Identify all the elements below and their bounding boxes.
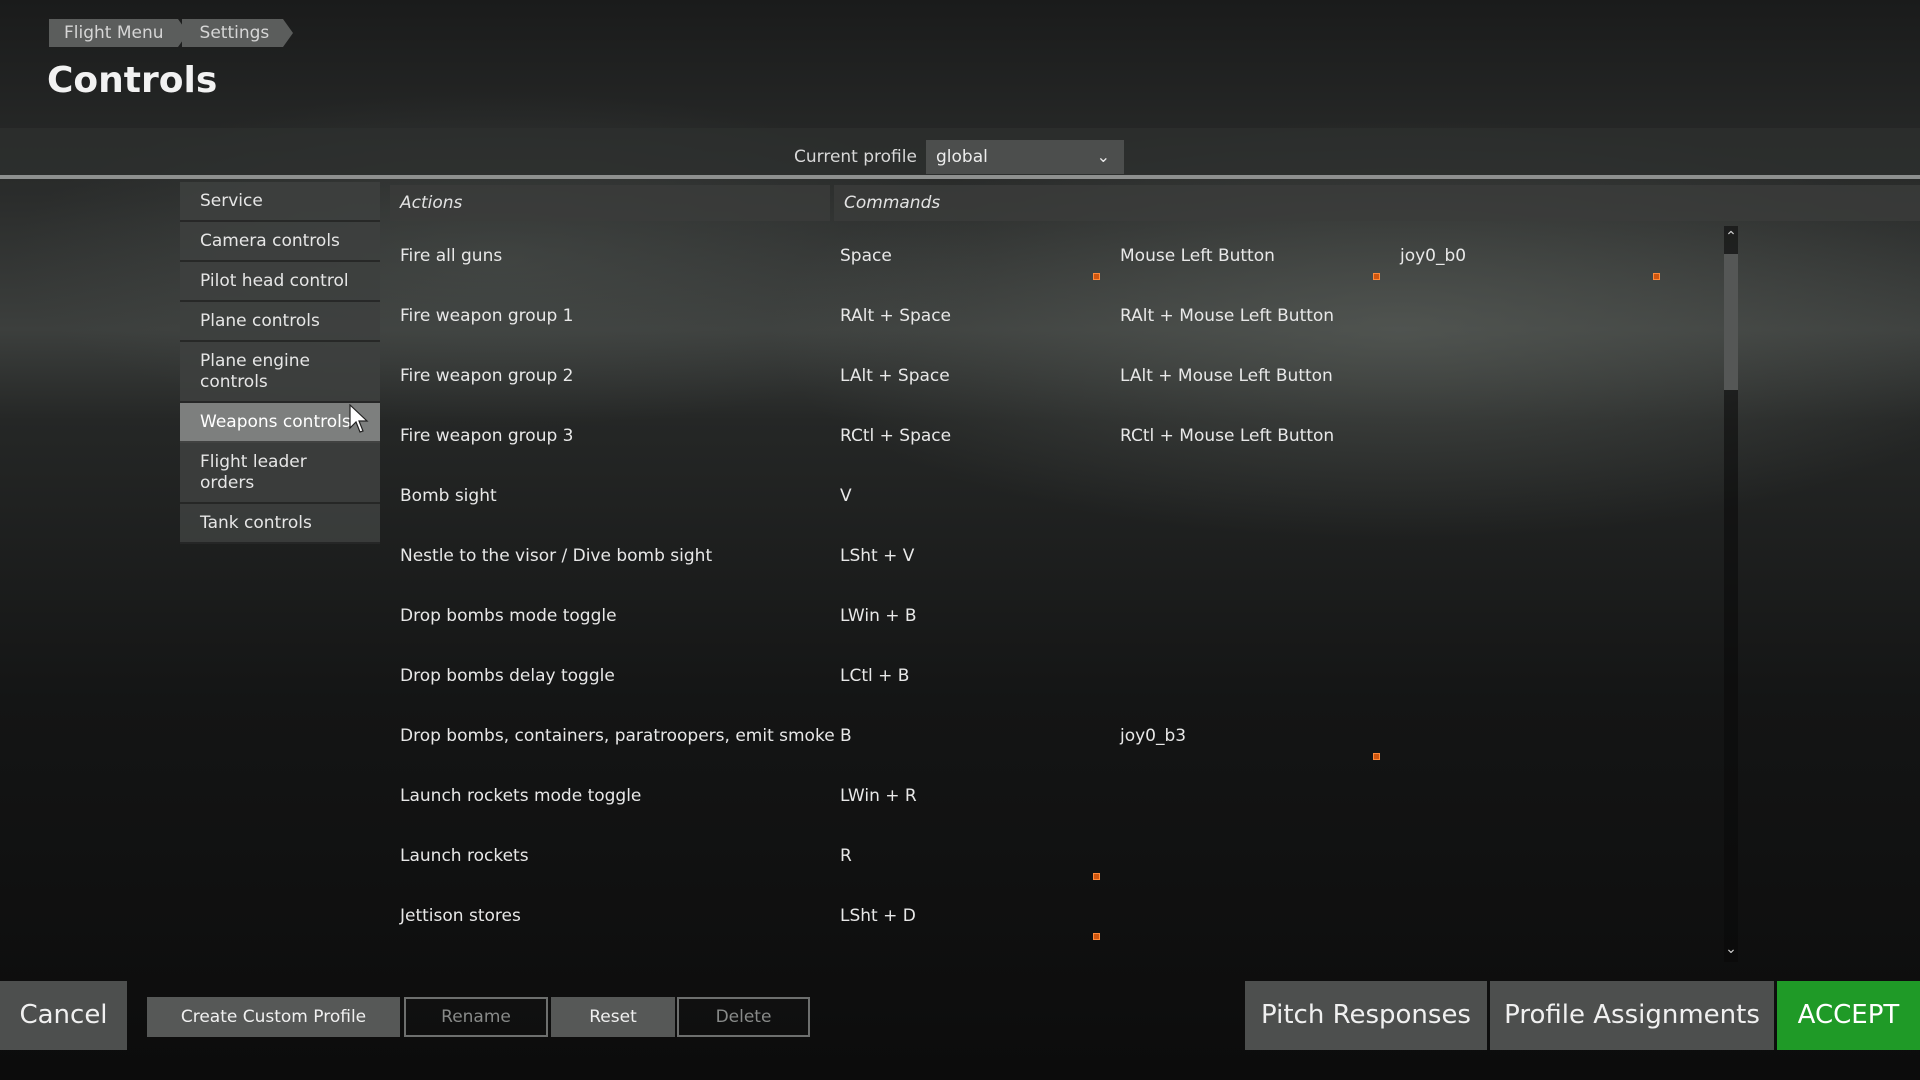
breadcrumb-settings[interactable]: Settings (181, 19, 293, 47)
key-binding-1[interactable]: R (840, 846, 852, 866)
key-binding-2[interactable]: Mouse Left Button (1120, 246, 1275, 266)
table-row[interactable]: Fire weapon group 2 LAlt + Space LAlt + Mo… (390, 346, 1725, 406)
binding-marker-icon (1373, 753, 1380, 760)
binding-marker-icon (1093, 873, 1100, 880)
arrow-down-icon[interactable]: ⌄ (1724, 938, 1738, 960)
profile-assignments-button[interactable]: Profile Assignments (1490, 981, 1774, 1050)
action-label: Drop bombs delay toggle (400, 666, 615, 686)
table-row[interactable]: Drop bombs mode toggle LWin + B (390, 586, 1725, 646)
action-label: Launch rockets mode toggle (400, 786, 642, 806)
key-binding-1[interactable]: RAlt + Space (840, 306, 951, 326)
arrow-up-icon[interactable]: ⌃ (1724, 226, 1738, 248)
current-profile-value: global (936, 147, 988, 167)
table-row[interactable]: Jettison stores LSht + D (390, 886, 1725, 946)
table-row[interactable]: Fire all guns Space Mouse Left Button joy0_… (390, 226, 1725, 286)
category-sidebar: Service Camera controls Pilot head control… (180, 182, 380, 544)
action-label: Fire weapon group 3 (400, 426, 574, 446)
table-row[interactable]: Fire weapon group 3 RCtl + Space RCtl + Mo… (390, 406, 1725, 466)
table-row[interactable]: Drop bombs delay toggle LCtl + B (390, 646, 1725, 706)
key-binding-1[interactable]: LWin + R (840, 786, 917, 806)
key-binding-2[interactable]: RAlt + Mouse Left Button (1120, 306, 1334, 326)
table-row[interactable]: Fire weapon group 1 RAlt + Space RAlt + Mo… (390, 286, 1725, 346)
action-label: Launch rockets (400, 846, 529, 866)
key-binding-2[interactable]: LAlt + Mouse Left Button (1120, 366, 1333, 386)
cancel-button[interactable]: Cancel (0, 981, 127, 1050)
actions-column-header: Actions (390, 185, 830, 221)
sidebar-item-service[interactable]: Service (180, 182, 380, 222)
binding-marker-icon (1093, 273, 1100, 280)
sidebar-item-plane-engine-controls[interactable]: Plane engine controls (180, 342, 380, 403)
current-profile-label: Current profile (794, 147, 917, 167)
action-label: Fire weapon group 2 (400, 366, 574, 386)
binding-marker-icon (1093, 933, 1100, 940)
bindings-table: Fire all guns Space Mouse Left Button joy0_… (390, 226, 1725, 946)
action-label: Drop bombs, containers, paratroopers, em… (400, 726, 835, 746)
current-profile-select[interactable]: global ⌄ (926, 140, 1124, 174)
cursor-arrow-icon (349, 404, 369, 433)
reset-button[interactable]: Reset (551, 997, 675, 1037)
commands-column-header: Commands (834, 185, 1920, 221)
action-label: Drop bombs mode toggle (400, 606, 617, 626)
key-binding-1[interactable]: LAlt + Space (840, 366, 950, 386)
key-binding-1[interactable]: B (840, 726, 852, 746)
action-label: Nestle to the visor / Dive bomb sight (400, 546, 713, 566)
table-row[interactable]: Drop bombs, containers, paratroopers, em… (390, 706, 1725, 766)
binding-marker-icon (1653, 273, 1660, 280)
breadcrumb: Flight Menu Settings (49, 19, 293, 47)
key-binding-1[interactable]: LSht + V (840, 546, 914, 566)
key-binding-1[interactable]: RCtl + Space (840, 426, 951, 446)
table-row[interactable]: Bomb sight V (390, 466, 1725, 526)
action-label: Bomb sight (400, 486, 497, 506)
create-custom-profile-button[interactable]: Create Custom Profile (147, 997, 400, 1037)
table-row[interactable]: Launch rockets R (390, 826, 1725, 886)
delete-button[interactable]: Delete (677, 997, 810, 1037)
page-title: Controls (47, 60, 218, 101)
rename-button[interactable]: Rename (404, 997, 548, 1037)
binding-marker-icon (1373, 273, 1380, 280)
chevron-down-icon: ⌄ (1096, 147, 1110, 166)
key-binding-2[interactable]: joy0_b3 (1120, 726, 1186, 746)
profile-bar-divider (0, 175, 1920, 179)
key-binding-3[interactable]: joy0_b0 (1400, 246, 1466, 266)
table-row[interactable]: Nestle to the visor / Dive bomb sight LSh… (390, 526, 1725, 586)
action-label: Fire all guns (400, 246, 503, 266)
sidebar-item-flight-leader-orders[interactable]: Flight leader orders (180, 443, 380, 504)
key-binding-1[interactable]: LWin + B (840, 606, 917, 626)
key-binding-1[interactable]: V (840, 486, 852, 506)
table-row[interactable]: Launch rockets mode toggle LWin + R (390, 766, 1725, 826)
key-binding-2[interactable]: RCtl + Mouse Left Button (1120, 426, 1334, 446)
accept-button[interactable]: ACCEPT (1777, 981, 1920, 1050)
sidebar-item-pilot-head-control[interactable]: Pilot head control (180, 262, 380, 302)
sidebar-item-tank-controls[interactable]: Tank controls (180, 504, 380, 544)
pitch-responses-button[interactable]: Pitch Responses (1245, 981, 1487, 1050)
action-label: Jettison stores (400, 906, 521, 926)
breadcrumb-flight-menu[interactable]: Flight Menu (49, 19, 188, 47)
sidebar-item-camera-controls[interactable]: Camera controls (180, 222, 380, 262)
sidebar-item-plane-controls[interactable]: Plane controls (180, 302, 380, 342)
action-label: Fire weapon group 1 (400, 306, 574, 326)
key-binding-1[interactable]: Space (840, 246, 892, 266)
key-binding-1[interactable]: LSht + D (840, 906, 916, 926)
key-binding-1[interactable]: LCtl + B (840, 666, 909, 686)
scrollbar-thumb[interactable] (1724, 254, 1738, 390)
